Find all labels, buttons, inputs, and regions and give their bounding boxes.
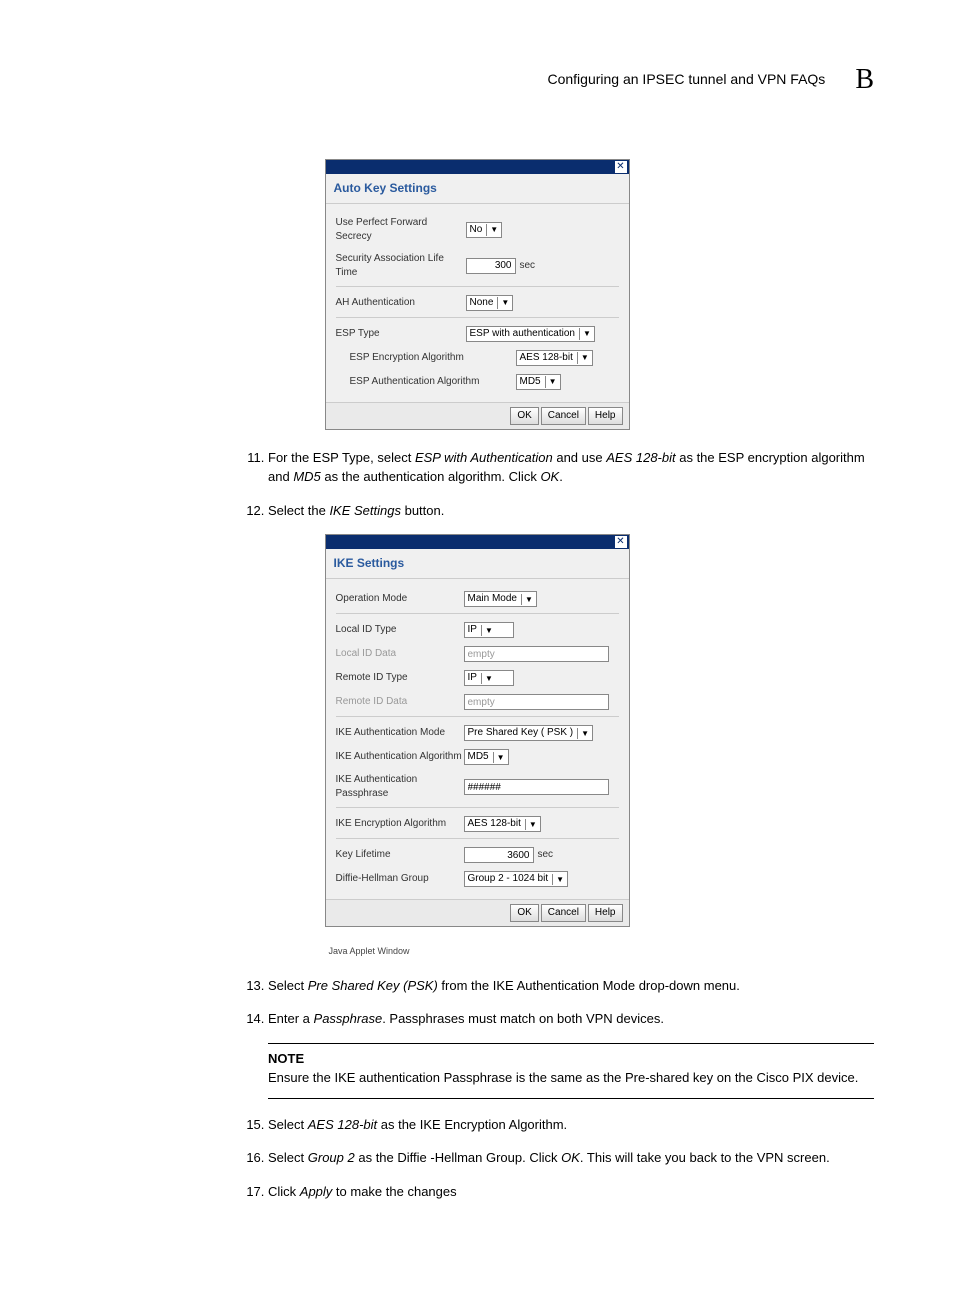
steps-list: For the ESP Type, select ESP with Authen… [80, 448, 874, 521]
applet-footer: Java Applet Window [325, 945, 630, 958]
chevron-down-icon: ▼ [493, 752, 505, 763]
pfs-label: Use Perfect Forward Secrecy [336, 216, 466, 244]
esp-enc-select[interactable]: AES 128-bit▼ [516, 350, 593, 366]
ike-auth-mode-select[interactable]: Pre Shared Key ( PSK )▼ [464, 725, 594, 741]
ike-enc-label: IKE Encryption Algorithm [336, 817, 464, 831]
dialog-buttons: OK Cancel Help [326, 899, 629, 926]
note-text: Ensure the IKE authentication Passphrase… [268, 1068, 874, 1088]
local-id-data-input[interactable] [464, 646, 609, 662]
dialog-titlebar: ✕ [326, 160, 629, 174]
dialog-buttons: OK Cancel Help [326, 402, 629, 429]
sa-life-unit: sec [520, 259, 536, 273]
op-mode-label: Operation Mode [336, 592, 464, 606]
step-12: Select the IKE Settings button. [268, 501, 874, 521]
ike-pass-label: IKE Authentication Passphrase [336, 773, 464, 801]
help-button[interactable]: Help [588, 904, 623, 922]
steps-list-3: Select AES 128-bit as the IKE Encryption… [80, 1115, 874, 1202]
esp-auth-label: ESP Authentication Algorithm [336, 375, 516, 389]
esp-auth-select[interactable]: MD5▼ [516, 374, 561, 390]
dh-label: Diffie-Hellman Group [336, 872, 464, 886]
note-block: NOTE Ensure the IKE authentication Passp… [268, 1043, 874, 1099]
dialog-title: IKE Settings [326, 549, 629, 579]
chevron-down-icon: ▼ [497, 297, 509, 308]
sa-life-input[interactable] [466, 258, 516, 274]
close-icon[interactable]: ✕ [615, 536, 627, 548]
op-mode-select[interactable]: Main Mode▼ [464, 591, 537, 607]
ah-auth-label: AH Authentication [336, 296, 466, 310]
step-17: Click Apply to make the changes [268, 1182, 874, 1202]
chevron-down-icon: ▼ [577, 352, 589, 363]
chevron-down-icon: ▼ [545, 376, 557, 387]
ike-auth-mode-label: IKE Authentication Mode [336, 726, 464, 740]
pfs-select[interactable]: No▼ [466, 222, 503, 238]
ike-auth-alg-select[interactable]: MD5▼ [464, 749, 509, 765]
steps-list-2: Select Pre Shared Key (PSK) from the IKE… [80, 976, 874, 1029]
chevron-down-icon: ▼ [486, 224, 498, 235]
help-button[interactable]: Help [588, 407, 623, 425]
auto-key-settings-dialog: ✕ Auto Key Settings Use Perfect Forward … [325, 159, 630, 430]
chevron-down-icon: ▼ [552, 874, 564, 885]
remote-id-data-label: Remote ID Data [336, 695, 464, 709]
page-header: Configuring an IPSEC tunnel and VPN FAQs… [80, 60, 874, 99]
dialog-title: Auto Key Settings [326, 174, 629, 204]
local-id-data-label: Local ID Data [336, 647, 464, 661]
esp-type-select[interactable]: ESP with authentication▼ [466, 326, 595, 342]
ok-button[interactable]: OK [510, 904, 538, 922]
chevron-down-icon: ▼ [577, 728, 589, 739]
ike-enc-select[interactable]: AES 128-bit▼ [464, 816, 541, 832]
ah-auth-select[interactable]: None▼ [466, 295, 514, 311]
ike-pass-input[interactable] [464, 779, 609, 795]
local-id-type-select[interactable]: IP▼ [464, 622, 514, 638]
chevron-down-icon: ▼ [481, 625, 493, 636]
key-life-unit: sec [538, 848, 554, 862]
header-title: Configuring an IPSEC tunnel and VPN FAQs [547, 70, 825, 90]
chevron-down-icon: ▼ [521, 594, 533, 605]
note-title: NOTE [268, 1050, 874, 1068]
key-life-label: Key Lifetime [336, 848, 464, 862]
remote-id-type-label: Remote ID Type [336, 671, 464, 685]
esp-type-label: ESP Type [336, 327, 466, 341]
close-icon[interactable]: ✕ [615, 161, 627, 173]
ike-auth-alg-label: IKE Authentication Algorithm [336, 750, 464, 764]
ike-settings-dialog: ✕ IKE Settings Operation Mode Main Mode▼… [325, 534, 630, 927]
sa-life-label: Security Association Life Time [336, 252, 466, 280]
chevron-down-icon: ▼ [525, 819, 537, 830]
esp-enc-label: ESP Encryption Algorithm [336, 351, 516, 365]
appendix-letter: B [855, 60, 874, 99]
dialog-titlebar: ✕ [326, 535, 629, 549]
dh-select[interactable]: Group 2 - 1024 bit▼ [464, 871, 569, 887]
chevron-down-icon: ▼ [579, 328, 591, 339]
step-14: Enter a Passphrase. Passphrases must mat… [268, 1009, 874, 1029]
step-13: Select Pre Shared Key (PSK) from the IKE… [268, 976, 874, 996]
cancel-button[interactable]: Cancel [541, 407, 586, 425]
remote-id-data-input[interactable] [464, 694, 609, 710]
ok-button[interactable]: OK [510, 407, 538, 425]
key-life-input[interactable] [464, 847, 534, 863]
step-15: Select AES 128-bit as the IKE Encryption… [268, 1115, 874, 1135]
step-11: For the ESP Type, select ESP with Authen… [268, 448, 874, 487]
remote-id-type-select[interactable]: IP▼ [464, 670, 514, 686]
chevron-down-icon: ▼ [481, 673, 493, 684]
local-id-type-label: Local ID Type [336, 623, 464, 637]
cancel-button[interactable]: Cancel [541, 904, 586, 922]
step-16: Select Group 2 as the Diffie -Hellman Gr… [268, 1148, 874, 1168]
